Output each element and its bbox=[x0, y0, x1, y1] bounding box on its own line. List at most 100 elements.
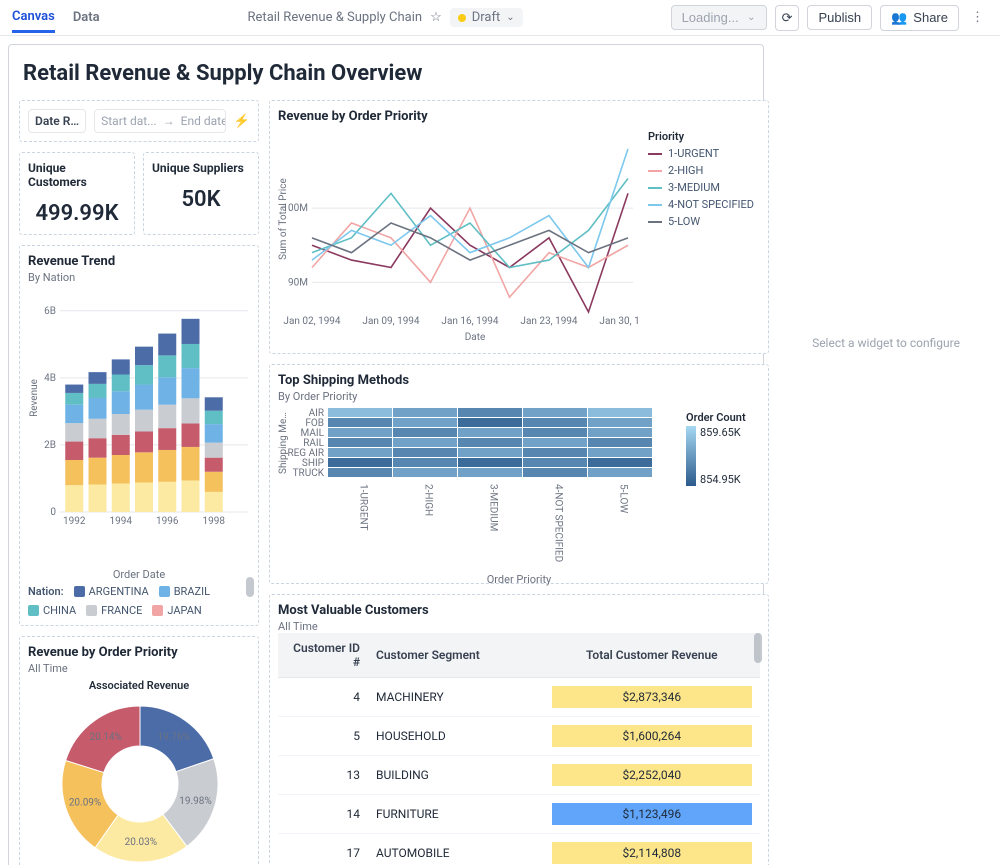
loading-dropdown[interactable]: Loading... ⌄ bbox=[671, 5, 767, 30]
svg-text:4-NOT SPECIFIED: 4-NOT SPECIFIED bbox=[553, 484, 564, 562]
customers-table-card[interactable]: Most Valuable Customers All Time Custome… bbox=[269, 594, 769, 865]
chart-title: Revenue Trend bbox=[28, 254, 250, 269]
legend-item[interactable]: FRANCE bbox=[86, 604, 142, 617]
table-row[interactable]: 17AUTOMOBILE$2,114,808 bbox=[278, 834, 760, 865]
svg-text:Shipping Me…: Shipping Me… bbox=[278, 412, 289, 474]
svg-text:1998: 1998 bbox=[203, 516, 226, 527]
col-header[interactable]: Customer Segment bbox=[368, 633, 544, 678]
date-range-label: Date Ra... bbox=[28, 109, 86, 133]
scroll-indicator bbox=[754, 633, 762, 663]
tab-data[interactable]: Data bbox=[73, 4, 100, 31]
legend-item[interactable]: BRAZIL bbox=[159, 585, 210, 598]
metric-label: Unique Customers bbox=[28, 161, 126, 189]
status-dropdown[interactable]: Draft ⌄ bbox=[450, 8, 523, 27]
revenue-trend-chart[interactable]: Revenue Trend By Nation 02B4B6BRevenue19… bbox=[19, 245, 259, 626]
table-row[interactable]: 13BUILDING$2,252,040 bbox=[278, 756, 760, 795]
stacked-bar-plot: 02B4B6BRevenue1992199419961998 bbox=[28, 284, 252, 564]
chart-title: Top Shipping Methods bbox=[278, 373, 760, 388]
chart-title: Revenue by Order Priority bbox=[278, 109, 760, 124]
refresh-icon: ⟳ bbox=[782, 10, 793, 26]
star-icon[interactable]: ☆ bbox=[430, 10, 442, 25]
pie-center-title: Associated Revenue bbox=[28, 679, 250, 692]
svg-text:19.98%: 19.98% bbox=[179, 796, 211, 807]
start-date-input[interactable]: Start dat... → End date ... bbox=[94, 109, 226, 133]
svg-text:90M: 90M bbox=[288, 277, 308, 288]
chart-subtitle: All Time bbox=[28, 662, 250, 675]
svg-text:0: 0 bbox=[50, 507, 56, 518]
svg-text:TRUCK: TRUCK bbox=[293, 468, 325, 479]
svg-text:6B: 6B bbox=[44, 306, 56, 317]
legend-item[interactable]: CHINA bbox=[28, 604, 76, 617]
page-title: Retail Revenue & Supply Chain Overview bbox=[23, 61, 749, 86]
svg-text:1-URGENT: 1-URGENT bbox=[358, 484, 369, 531]
legend-item[interactable]: 3-MEDIUM bbox=[648, 181, 754, 194]
heatmap-plot: Shipping Me…AIRFOBMAILRAILREG AIRSHIPTRU… bbox=[278, 403, 678, 573]
svg-text:Jan 30, 1994: Jan 30, 1994 bbox=[599, 316, 638, 327]
share-label: Share bbox=[913, 10, 948, 25]
customers-table: Customer ID # Customer Segment Total Cus… bbox=[278, 633, 760, 865]
svg-text:3-MEDIUM: 3-MEDIUM bbox=[488, 484, 499, 531]
svg-text:20.09%: 20.09% bbox=[69, 798, 101, 809]
loading-label: Loading... bbox=[682, 10, 739, 25]
people-icon: 👥 bbox=[891, 10, 907, 26]
legend-item[interactable]: 2-HIGH bbox=[648, 164, 754, 177]
legend-item[interactable]: 1-URGENT bbox=[648, 147, 754, 160]
status-label: Draft bbox=[472, 10, 501, 25]
svg-text:20.14%: 20.14% bbox=[89, 732, 121, 743]
revenue-line-chart[interactable]: Revenue by Order Priority 90M100MSum of … bbox=[269, 100, 769, 354]
scroll-indicator bbox=[246, 577, 254, 597]
metric-unique-suppliers[interactable]: Unique Suppliers 50K bbox=[143, 152, 259, 235]
refresh-button[interactable]: ⟳ bbox=[775, 5, 800, 31]
chevron-down-icon: ⌄ bbox=[747, 12, 755, 23]
svg-text:20.03%: 20.03% bbox=[125, 837, 157, 848]
date-range-filter: Date Ra... Start dat... → End date ... ⚡ bbox=[19, 100, 259, 142]
kebab-menu-icon[interactable]: ⋮ bbox=[967, 6, 988, 29]
sidepanel-message: Select a widget to configure bbox=[782, 336, 990, 350]
chart-subtitle: By Nation bbox=[28, 271, 250, 284]
col-header[interactable]: Total Customer Revenue bbox=[544, 633, 760, 678]
svg-text:19.76%: 19.76% bbox=[158, 732, 190, 743]
col-header[interactable]: Customer ID # bbox=[278, 633, 368, 678]
lightning-icon[interactable]: ⚡ bbox=[234, 114, 250, 129]
dashboard-title: Retail Revenue & Supply Chain bbox=[248, 10, 423, 25]
canvas-frame: Retail Revenue & Supply Chain Overview D… bbox=[8, 44, 764, 865]
x-axis-label: Order Date bbox=[28, 568, 250, 581]
legend-item[interactable]: 4-NOT SPECIFIED bbox=[648, 198, 754, 211]
line-plot: 90M100MSum of Total PriceJan 02, 1994Jan… bbox=[278, 126, 638, 346]
chart-subtitle: All Time bbox=[278, 620, 760, 633]
legend-item[interactable]: 5-LOW bbox=[648, 215, 754, 228]
start-date-placeholder: Start dat... bbox=[101, 114, 157, 128]
svg-text:Jan 23, 1994: Jan 23, 1994 bbox=[520, 316, 578, 327]
metric-unique-customers[interactable]: Unique Customers 499.99K bbox=[19, 152, 135, 235]
topbar-title-area: Retail Revenue & Supply Chain ☆ Draft ⌄ bbox=[116, 8, 655, 27]
svg-text:2-HIGH: 2-HIGH bbox=[423, 484, 434, 516]
publish-button[interactable]: Publish bbox=[807, 5, 872, 30]
nation-legend: Nation: ARGENTINA BRAZIL CHINA FRANCE JAPAN bbox=[28, 585, 250, 617]
share-button[interactable]: 👥 Share bbox=[880, 5, 959, 31]
topbar-actions: Loading... ⌄ ⟳ Publish 👥 Share ⋮ bbox=[671, 5, 988, 31]
table-row[interactable]: 14FURNITURE$1,123,496 bbox=[278, 795, 760, 834]
arrow-right-icon: → bbox=[163, 114, 175, 128]
legend-item[interactable]: JAPAN bbox=[152, 604, 201, 617]
end-date-placeholder: End date ... bbox=[181, 114, 226, 128]
table-row[interactable]: 4MACHINERY$2,873,346 bbox=[278, 678, 760, 717]
priority-legend: 1-URGENT 2-HIGH 3-MEDIUM 4-NOT SPECIFIED 5-L… bbox=[648, 147, 754, 228]
chart-subtitle: By Order Priority bbox=[278, 390, 760, 403]
metric-value: 50K bbox=[152, 187, 250, 212]
topbar: Canvas Data Retail Revenue & Supply Chai… bbox=[0, 0, 1000, 36]
view-tabs: Canvas Data bbox=[12, 0, 100, 35]
tab-canvas[interactable]: Canvas bbox=[12, 3, 55, 33]
legend-item[interactable]: ARGENTINA bbox=[74, 585, 149, 598]
chart-title: Revenue by Order Priority bbox=[28, 645, 250, 660]
x-axis-label: Order Priority bbox=[278, 573, 760, 586]
status-dot-icon bbox=[458, 14, 466, 22]
svg-text:2B: 2B bbox=[44, 440, 56, 451]
svg-text:1996: 1996 bbox=[156, 516, 179, 527]
svg-text:Jan 16, 1994: Jan 16, 1994 bbox=[441, 316, 499, 327]
svg-text:Date: Date bbox=[465, 332, 486, 343]
legend-label: Nation: bbox=[28, 585, 64, 598]
shipping-heatmap-chart[interactable]: Top Shipping Methods By Order Priority S… bbox=[269, 364, 769, 584]
revenue-pie-chart[interactable]: Revenue by Order Priority All Time Assoc… bbox=[19, 636, 259, 865]
table-row[interactable]: 5HOUSEHOLD$1,600,264 bbox=[278, 717, 760, 756]
chevron-down-icon: ⌄ bbox=[506, 12, 514, 23]
